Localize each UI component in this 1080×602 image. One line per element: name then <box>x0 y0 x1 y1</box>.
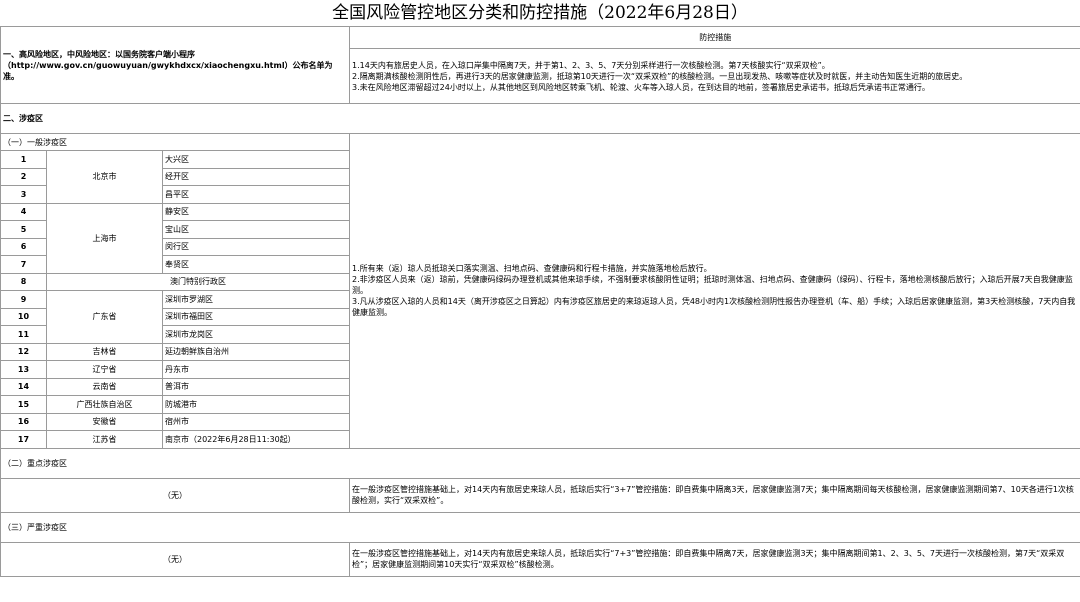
key-area-none: （无） <box>0 477 351 513</box>
key-area-measure: 在一般涉疫区管控措施基础上，对14天内有旅居史来琼人员，抵琼后实行“3+7”管控… <box>349 477 1080 513</box>
key-area-row: （无） 在一般涉疫区管控措施基础上，对14天内有旅居史来琼人员，抵琼后实行“3+… <box>0 477 1080 513</box>
page-title: 全国风险管控地区分类和防控措施（2022年6月28日） <box>0 0 1080 27</box>
table-header-row: 一、高风险地区，中风险地区：以国务院客户端小程序（http://www.gov.… <box>0 26 1080 104</box>
area-cell: 延边朝鲜族自治州 <box>161 342 351 361</box>
general-measure-1: 1.所有来（返）琼人员抵琼关口落实测温、扫地点码、查健康码和行程卡措施，并实施落… <box>352 264 712 274</box>
row-number: 15 <box>0 395 47 414</box>
area-cell: 防城港市 <box>161 395 351 414</box>
area-cell: 奉贤区 <box>161 255 351 274</box>
area-cell: 宿州市 <box>161 412 351 431</box>
area-cell: 静安区 <box>161 202 351 221</box>
section2-row: 二、涉疫区 <box>0 103 1080 134</box>
province-cell: 上海市 <box>46 202 163 274</box>
province-cell: 广东省 <box>46 290 163 344</box>
row-number: 16 <box>0 412 47 431</box>
severe-area-row: （无） 在一般涉疫区管控措施基础上，对14天内有旅居史来琼人员，抵琼后实行“7+… <box>0 541 1080 577</box>
row-number: 3 <box>0 185 47 204</box>
general-area-measures: 1.所有来（返）琼人员抵琼关口落实测温、扫地点码、查健康码和行程卡措施，并实施落… <box>349 133 1080 449</box>
section2-label: 二、涉疫区 <box>0 103 1080 134</box>
row-number: 11 <box>0 325 47 344</box>
general-measure-3: 3.凡从涉疫区入琼的人员和14天（离开涉疫区之日算起）内有涉疫区旅居史的来琼返琼… <box>352 297 1076 318</box>
general-area-header-row: （一）一般涉疫区 1.所有来（返）琼人员抵琼关口落实测温、扫地点码、查健康码和行… <box>0 133 1080 449</box>
key-area-header-row: （二）重点涉疫区 <box>0 447 1080 479</box>
measures-header: 防控措施 <box>349 26 1080 49</box>
row-number: 14 <box>0 377 47 396</box>
area-cell: 丹东市 <box>161 360 351 379</box>
row-number: 5 <box>0 220 47 239</box>
area-cell: 经开区 <box>161 167 351 186</box>
row-number: 6 <box>0 237 47 256</box>
province-cell: 安徽省 <box>46 412 163 431</box>
row-number: 7 <box>0 255 47 274</box>
area-cell: 闵行区 <box>161 237 351 256</box>
high-risk-measure-2: 2.隔离期满核酸检测阴性后，再进行3天的居家健康监测，抵琼第10天进行一次“双采… <box>352 71 968 81</box>
province-cell: 澳门特别行政区 <box>45 272 351 291</box>
row-number: 4 <box>0 202 47 221</box>
high-risk-measure-1: 1.14天内有旅居史人员，在入琼口岸集中隔离7天，并于第1、2、3、5、7天分别… <box>352 60 830 70</box>
row-number: 17 <box>0 430 47 449</box>
key-area-label: （二）重点涉疫区 <box>0 447 1080 479</box>
row-number: 1 <box>0 150 47 169</box>
area-cell: 深圳市福田区 <box>161 307 351 326</box>
row-number: 12 <box>0 342 47 361</box>
area-cell: 昌平区 <box>161 185 351 204</box>
high-risk-measure-3: 3.未在风险地区滞留超过24小时以上，从其他地区到风险地区转乘飞机、轮渡、火车等… <box>352 82 930 92</box>
severe-area-label: （三）严重涉疫区 <box>0 511 1080 543</box>
spreadsheet-page: 全国风险管控地区分类和防控措施（2022年6月28日） 一、高风险地区，中风险地… <box>0 0 1080 602</box>
severe-area-none: （无） <box>0 541 351 577</box>
general-measure-2: 2.非涉疫区人员来（返）琼前，凭健康码绿码办理登机或其他来琼手续，不强制要求核酸… <box>352 275 1073 296</box>
severe-area-header-row: （三）严重涉疫区 <box>0 511 1080 543</box>
area-cell: 深圳市龙岗区 <box>161 325 351 344</box>
province-cell: 江苏省 <box>46 430 163 449</box>
area-cell: 普洱市 <box>161 377 351 396</box>
row-number: 13 <box>0 360 47 379</box>
row-number: 9 <box>0 290 47 309</box>
row-number: 10 <box>0 307 47 326</box>
severe-area-measure: 在一般涉疫区管控措施基础上，对14天内有旅居史来琼人员，抵琼后实行“7+3”管控… <box>349 541 1080 577</box>
province-cell: 广西壮族自治区 <box>46 395 163 414</box>
province-cell: 吉林省 <box>46 342 163 361</box>
area-cell: 大兴区 <box>161 150 351 169</box>
row-number: 8 <box>0 272 47 291</box>
area-cell: 宝山区 <box>161 220 351 239</box>
high-risk-measures: 1.14天内有旅居史人员，在入琼口岸集中隔离7天，并于第1、2、3、5、7天分别… <box>349 48 1080 104</box>
area-cell: 深圳市罗湖区 <box>161 290 351 309</box>
risk-table: 一、高风险地区，中风险地区：以国务院客户端小程序（http://www.gov.… <box>0 26 1080 577</box>
general-area-label: （一）一般涉疫区 <box>0 133 351 151</box>
area-cell: 南京市（2022年6月28日11:30起） <box>161 430 351 449</box>
province-cell: 辽宁省 <box>46 360 163 379</box>
province-cell: 云南省 <box>46 377 163 396</box>
row-number: 2 <box>0 167 47 186</box>
high-risk-label: 一、高风险地区，中风险地区：以国务院客户端小程序（http://www.gov.… <box>0 26 351 104</box>
province-cell: 北京市 <box>46 150 163 204</box>
